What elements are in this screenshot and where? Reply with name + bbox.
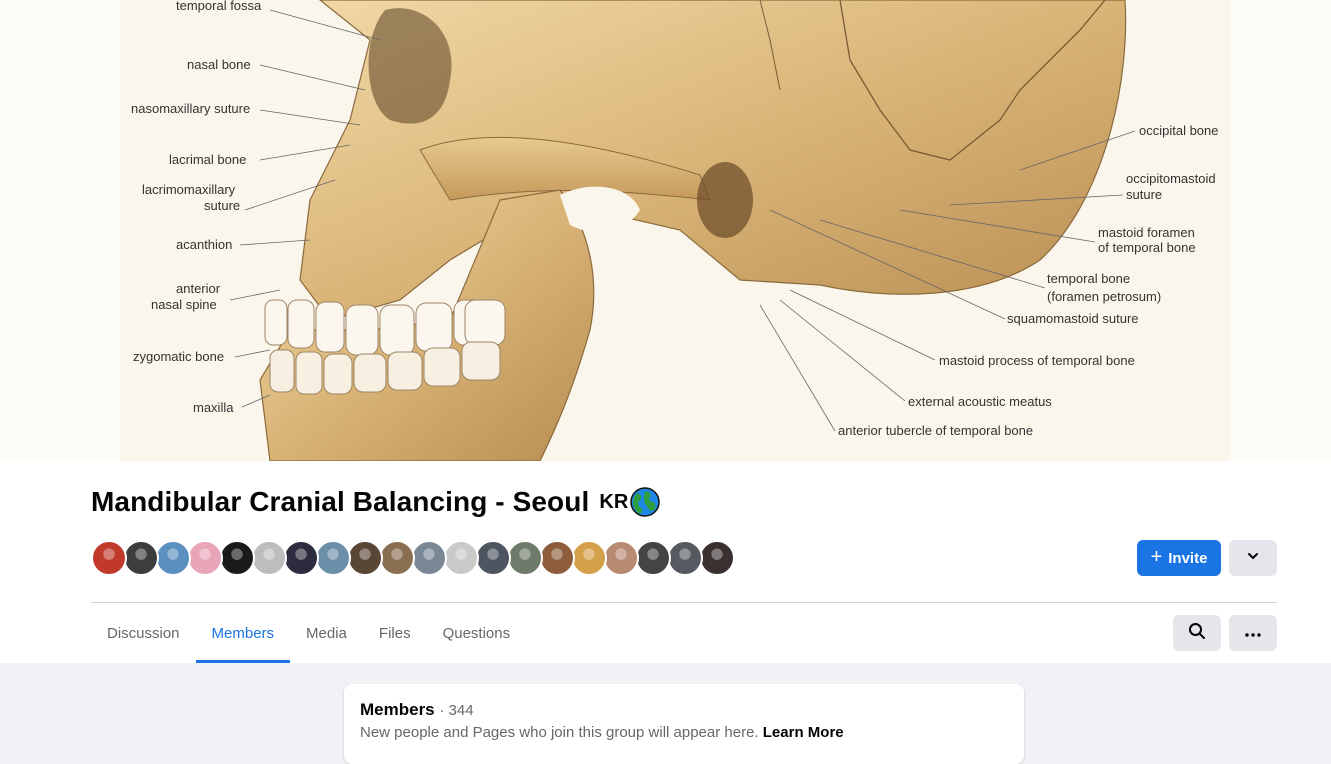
cover-label: anterior tubercle of temporal bone [838, 423, 1033, 438]
tab-discussion[interactable]: Discussion [91, 603, 196, 663]
member-avatar[interactable] [123, 540, 159, 576]
cover-label: nasomaxillary suture [131, 101, 250, 116]
member-avatar[interactable] [667, 540, 703, 576]
cover-label: temporal bone [1047, 271, 1130, 286]
cover-label: occipital bone [1139, 123, 1219, 138]
members-description: New people and Pages who join this group… [360, 724, 759, 741]
member-avatar[interactable] [571, 540, 607, 576]
cover-photo[interactable]: temporal fossa nasal bone nasomaxillary … [0, 0, 1331, 461]
cover-label: maxilla [193, 400, 234, 415]
member-avatar[interactable] [443, 540, 479, 576]
cover-label: temporal fossa [176, 0, 262, 13]
plus-icon: + [1150, 546, 1163, 568]
search-button[interactable] [1173, 615, 1221, 651]
cover-label: anterior [176, 281, 221, 296]
tab-media[interactable]: Media [290, 603, 363, 663]
invite-label: Invite [1168, 549, 1208, 567]
group-title: Mandibular Cranial Balancing - Seoul KR [91, 486, 661, 518]
more-options-button[interactable] [1229, 615, 1277, 651]
invite-button[interactable]: + Invite [1137, 540, 1221, 576]
group-tabs: Discussion Members Media Files Questions [91, 603, 526, 663]
members-count: · 344 [439, 702, 474, 719]
member-avatar[interactable] [251, 540, 287, 576]
cover-label: mastoid foramen [1098, 225, 1195, 240]
member-avatar[interactable] [635, 540, 671, 576]
tab-label: Members [211, 624, 275, 642]
country-code: KR [599, 490, 629, 513]
members-title: Members [360, 700, 435, 719]
globe-icon [630, 487, 661, 517]
tab-files[interactable]: Files [363, 603, 427, 663]
members-card-title: Members · 344 [360, 700, 474, 720]
cover-label: lacrimal bone [169, 152, 246, 167]
more-dots-icon [1245, 624, 1261, 642]
cover-label: suture [1126, 187, 1162, 202]
member-avatar[interactable] [155, 540, 191, 576]
cover-label: acanthion [176, 237, 232, 252]
search-icon [1188, 622, 1206, 645]
member-avatar[interactable] [347, 540, 383, 576]
tab-label: Media [306, 624, 347, 642]
tab-label: Questions [442, 624, 511, 642]
member-avatar[interactable] [187, 540, 223, 576]
member-avatar[interactable] [475, 540, 511, 576]
cover-label: zygomatic bone [133, 349, 224, 364]
cover-label: squamomastoid suture [1007, 311, 1139, 326]
member-avatar[interactable] [539, 540, 575, 576]
cover-label: (foramen petrosum) [1047, 289, 1161, 304]
cover-label: nasal bone [187, 57, 251, 72]
tab-members[interactable]: Members [195, 603, 291, 663]
cover-label: occipitomastoid [1126, 171, 1216, 186]
group-header: temporal fossa nasal bone nasomaxillary … [0, 0, 1331, 663]
tab-label: Discussion [107, 624, 180, 642]
cover-label: nasal spine [151, 297, 217, 312]
member-avatar[interactable] [91, 540, 127, 576]
skull-anatomy-illustration: temporal fossa nasal bone nasomaxillary … [120, 0, 1230, 461]
member-avatar[interactable] [411, 540, 447, 576]
cover-label: of temporal bone [1098, 240, 1196, 255]
member-avatars[interactable] [91, 540, 735, 576]
chevron-down-icon [1246, 549, 1260, 568]
member-avatar[interactable] [379, 540, 415, 576]
member-avatar[interactable] [219, 540, 255, 576]
cover-label: mastoid process of temporal bone [939, 353, 1135, 368]
member-avatar[interactable] [283, 540, 319, 576]
member-avatar[interactable] [603, 540, 639, 576]
members-card-description: New people and Pages who join this group… [360, 724, 844, 741]
member-avatar[interactable] [507, 540, 543, 576]
cover-label: suture [204, 198, 240, 213]
tab-questions[interactable]: Questions [427, 603, 527, 663]
cover-label: external acoustic meatus [908, 394, 1052, 409]
member-avatar[interactable] [699, 540, 735, 576]
member-avatar[interactable] [315, 540, 351, 576]
members-card: Members · 344 New people and Pages who j… [344, 684, 1024, 764]
group-name: Mandibular Cranial Balancing - Seoul [91, 486, 590, 517]
header-dropdown-button[interactable] [1229, 540, 1277, 576]
learn-more-link[interactable]: Learn More [763, 724, 844, 741]
tab-label: Files [378, 624, 411, 642]
cover-label: lacrimomaxillary [142, 182, 236, 197]
